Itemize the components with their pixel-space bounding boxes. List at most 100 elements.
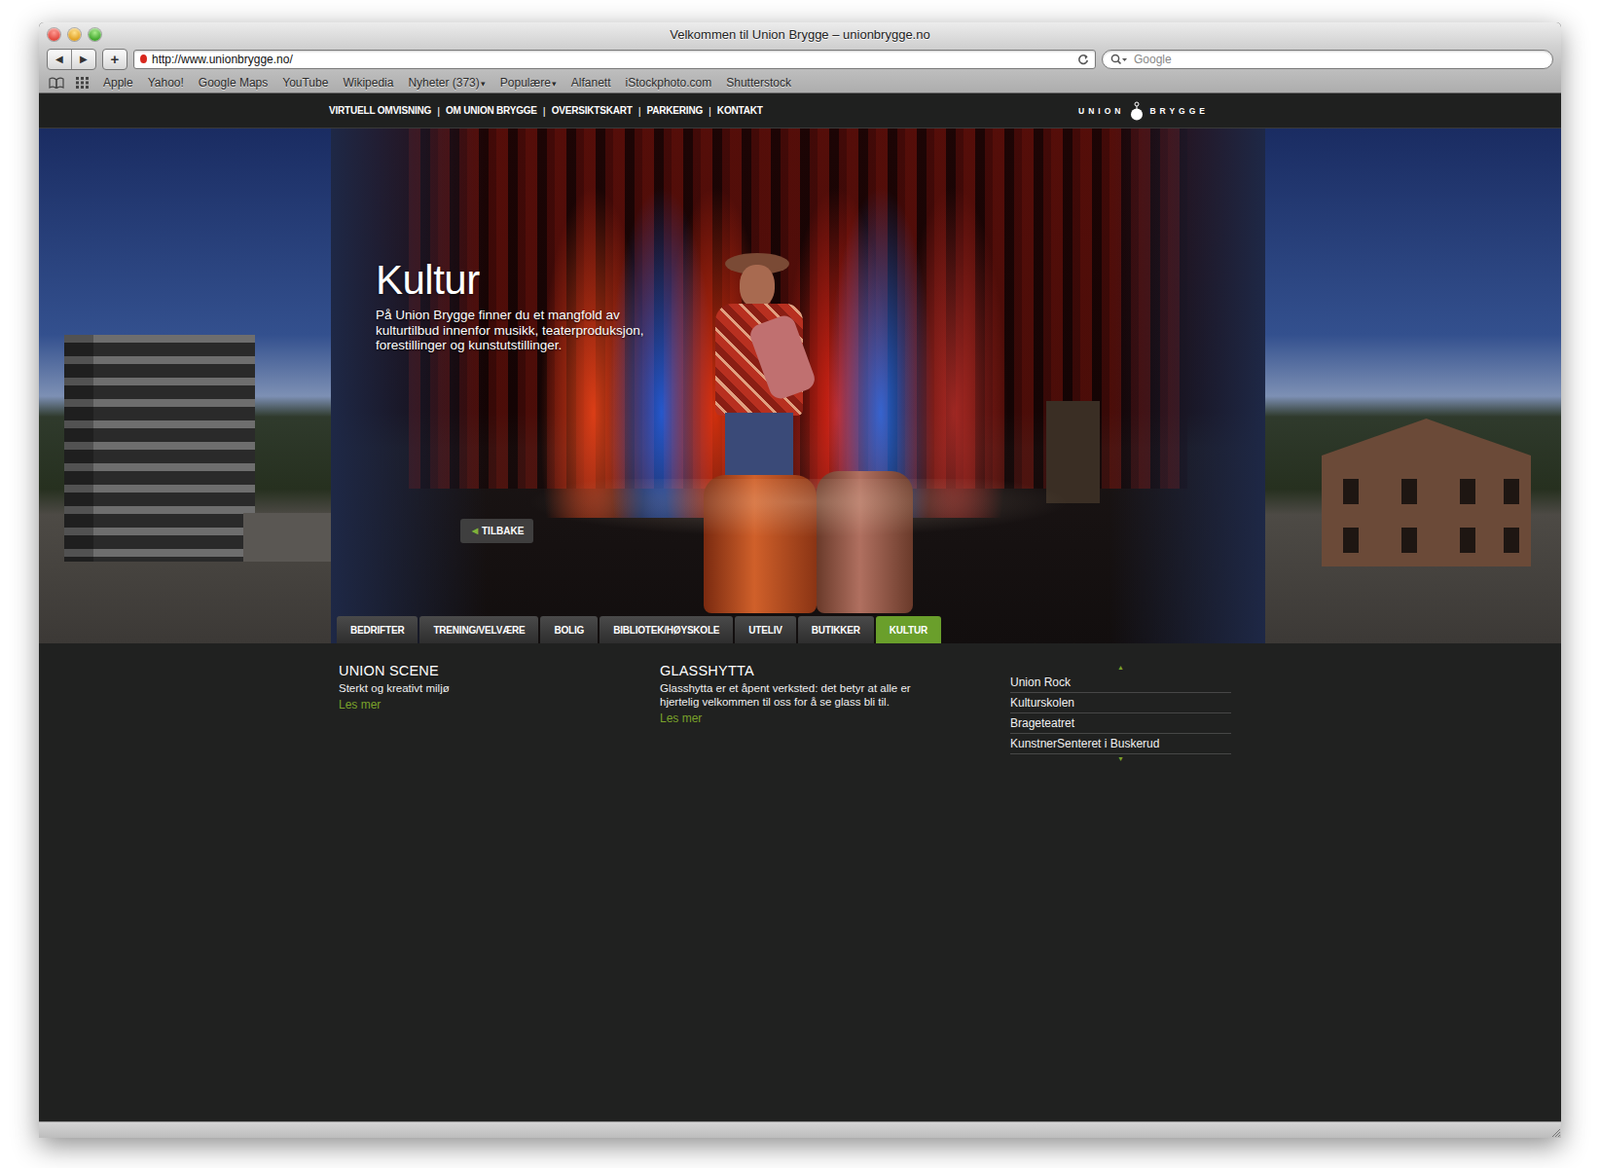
venue-item[interactable]: Kulturskolen [1010, 692, 1232, 714]
feature-card: UNION SCENE Sterkt og kreativt miljø Les m… [338, 662, 660, 764]
bookmark[interactable]: Shutterstock [726, 75, 792, 90]
bookmark[interactable]: Alfanett [571, 75, 612, 90]
history-buttons: ◀▶ [46, 48, 97, 71]
bookmark-label: Apple [103, 75, 134, 90]
search-icon [1110, 53, 1128, 66]
apartment-building [64, 334, 255, 562]
add-bookmark-button[interactable]: + [102, 48, 128, 71]
stage-fade-right [1109, 128, 1266, 644]
bookmark-label: iStockphoto.com [625, 75, 713, 90]
category-tab[interactable]: BOLIG [540, 616, 598, 644]
search-input[interactable] [1131, 51, 1545, 68]
nav-separator: | [543, 105, 546, 117]
nav-link[interactable]: KONTAKT [717, 105, 764, 116]
bookmarks-bar: Apple Yahoo! Google Maps YouTube Wikipedia Ny… [38, 72, 1562, 94]
back-arrow-icon: ◀ [472, 526, 478, 536]
venue-list: ▲Union RockKulturskolenBrageteatretKunst… [1010, 662, 1232, 764]
hero-text: Kultur På Union Brygge finner du et mangf… [38, 128, 1562, 544]
brick-window [1503, 527, 1520, 553]
bookmark[interactable]: Apple [103, 75, 134, 90]
nav-separator: | [436, 105, 440, 117]
category-tab[interactable]: BIBLIOTEK/HØYSKOLE [599, 616, 733, 644]
brick-window [1401, 527, 1418, 553]
forward-button[interactable]: ▶ [71, 49, 96, 70]
bookmark[interactable]: Google Maps [198, 75, 268, 90]
favicon-icon [140, 54, 147, 64]
brick-window [1459, 478, 1476, 505]
venue-item[interactable]: KunstnerSenteret i Buskerud [1010, 733, 1232, 755]
category-tab[interactable]: UTELIV [734, 616, 796, 644]
address-field[interactable]: http://www.unionbrygge.no/ [133, 49, 1096, 70]
nav-link[interactable]: PARKERING [647, 105, 703, 116]
book-icon [48, 76, 65, 89]
toolbar: ◀▶+http://www.unionbrygge.no/ [38, 45, 1562, 73]
bookmark[interactable]: iStockphoto.com [625, 75, 713, 90]
zoom-button[interactable] [88, 28, 102, 41]
bookmark-label: YouTube [282, 75, 328, 90]
stage-light [895, 167, 1013, 518]
top-sites-icon [75, 76, 89, 89]
venue-item[interactable]: Union Rock [1010, 672, 1232, 693]
logo-left: UNION [1078, 106, 1125, 116]
nav-separator: | [638, 105, 642, 117]
web-page: VIRTUELL OMVISNING | OM UNION BRYGGE | OVERS… [38, 93, 1562, 1122]
bookmark-label: Nyheter (373) [407, 75, 479, 90]
nav-link[interactable]: OM UNION BRYGGE [445, 105, 538, 116]
scroll-down-button[interactable]: ▼ [1010, 754, 1232, 764]
logo-right: BRYGGE [1149, 106, 1209, 116]
dropdown-arrow: ▾ [480, 78, 486, 89]
nav-link[interactable]: OVERSIKTSKART [551, 105, 633, 116]
brick-window [1343, 527, 1359, 553]
venue-item[interactable]: Brageteatret [1010, 713, 1232, 734]
bookmark-label: Wikipedia [342, 75, 394, 90]
feature-title: UNION SCENE [338, 662, 660, 679]
read-more-link[interactable]: Les mer [338, 697, 381, 712]
stage-fade-left [330, 128, 487, 644]
drummer-head [739, 264, 775, 308]
resize-grip-icon [1549, 1126, 1562, 1138]
bookmark-label: Shutterstock [726, 75, 792, 90]
dropdown-arrow: ▾ [551, 78, 557, 89]
category-tab[interactable]: BEDRIFTER [336, 616, 418, 644]
reload-icon[interactable] [1077, 53, 1090, 66]
window-controls [38, 28, 117, 41]
site-logo[interactable]: UNION BRYGGE [1078, 101, 1209, 121]
brick-window [1459, 527, 1476, 553]
address-text: http://www.unionbrygge.no/ [151, 52, 1073, 67]
hero-photo [38, 128, 1562, 644]
category-tab[interactable]: BUTIKKER [798, 616, 874, 644]
brick-window [1343, 478, 1359, 505]
category-tabs: BEDRIFTERTRENING/VELVÆREBOLIGBIBLIOTEK/H… [38, 616, 1562, 644]
search-field[interactable] [1101, 49, 1554, 70]
bookmark[interactable]: YouTube [282, 75, 328, 90]
scroll-up-button[interactable]: ▲ [1010, 662, 1232, 673]
back-button[interactable]: ◀ [47, 49, 72, 70]
browser-window: Velkommen til Union Brygge – unionbrygge… [38, 22, 1562, 1138]
stage [330, 128, 1266, 644]
minimize-button[interactable] [68, 28, 81, 41]
logo-icon [1129, 101, 1144, 121]
close-button[interactable] [47, 28, 61, 41]
feature-card: GLASSHYTTAGlasshytta er et åpent verkste… [659, 662, 991, 764]
hero-title: Kultur [375, 258, 480, 302]
bookmark-label: Yahoo! [147, 75, 184, 90]
status-bar [38, 1121, 1562, 1138]
content-area: UNION SCENE Sterkt og kreativt miljø Les m… [38, 643, 1562, 764]
read-more-link[interactable]: Les mer [659, 711, 702, 726]
category-tab[interactable]: KULTUR [875, 616, 942, 644]
category-tab[interactable]: TRENING/VELVÆRE [419, 616, 539, 644]
hero-banner: Kultur På Union Brygge finner du et mangf… [38, 128, 1562, 644]
bookmark-label: Alfanett [571, 75, 612, 90]
back-button[interactable]: ◀TILBAKE [460, 518, 534, 544]
stage-floor-shine [525, 478, 1071, 538]
bookmark[interactable]: Nyheter (373)▾ [407, 75, 485, 90]
bookmark[interactable]: Wikipedia [342, 75, 394, 90]
site-nav: VIRTUELL OMVISNING | OM UNION BRYGGE | OVERS… [38, 93, 1562, 129]
hero-description: På Union Brygge finner du et mangfold av… [375, 307, 668, 354]
nav-link[interactable]: VIRTUELL OMVISNING [328, 105, 432, 116]
drummer-jeans [725, 412, 794, 481]
feature-text: Sterkt og kreativt miljø [338, 681, 621, 695]
bookmark[interactable]: Yahoo! [147, 75, 184, 90]
bookmark-label: Populære [500, 75, 551, 90]
bookmark[interactable]: Populære▾ [500, 75, 557, 90]
